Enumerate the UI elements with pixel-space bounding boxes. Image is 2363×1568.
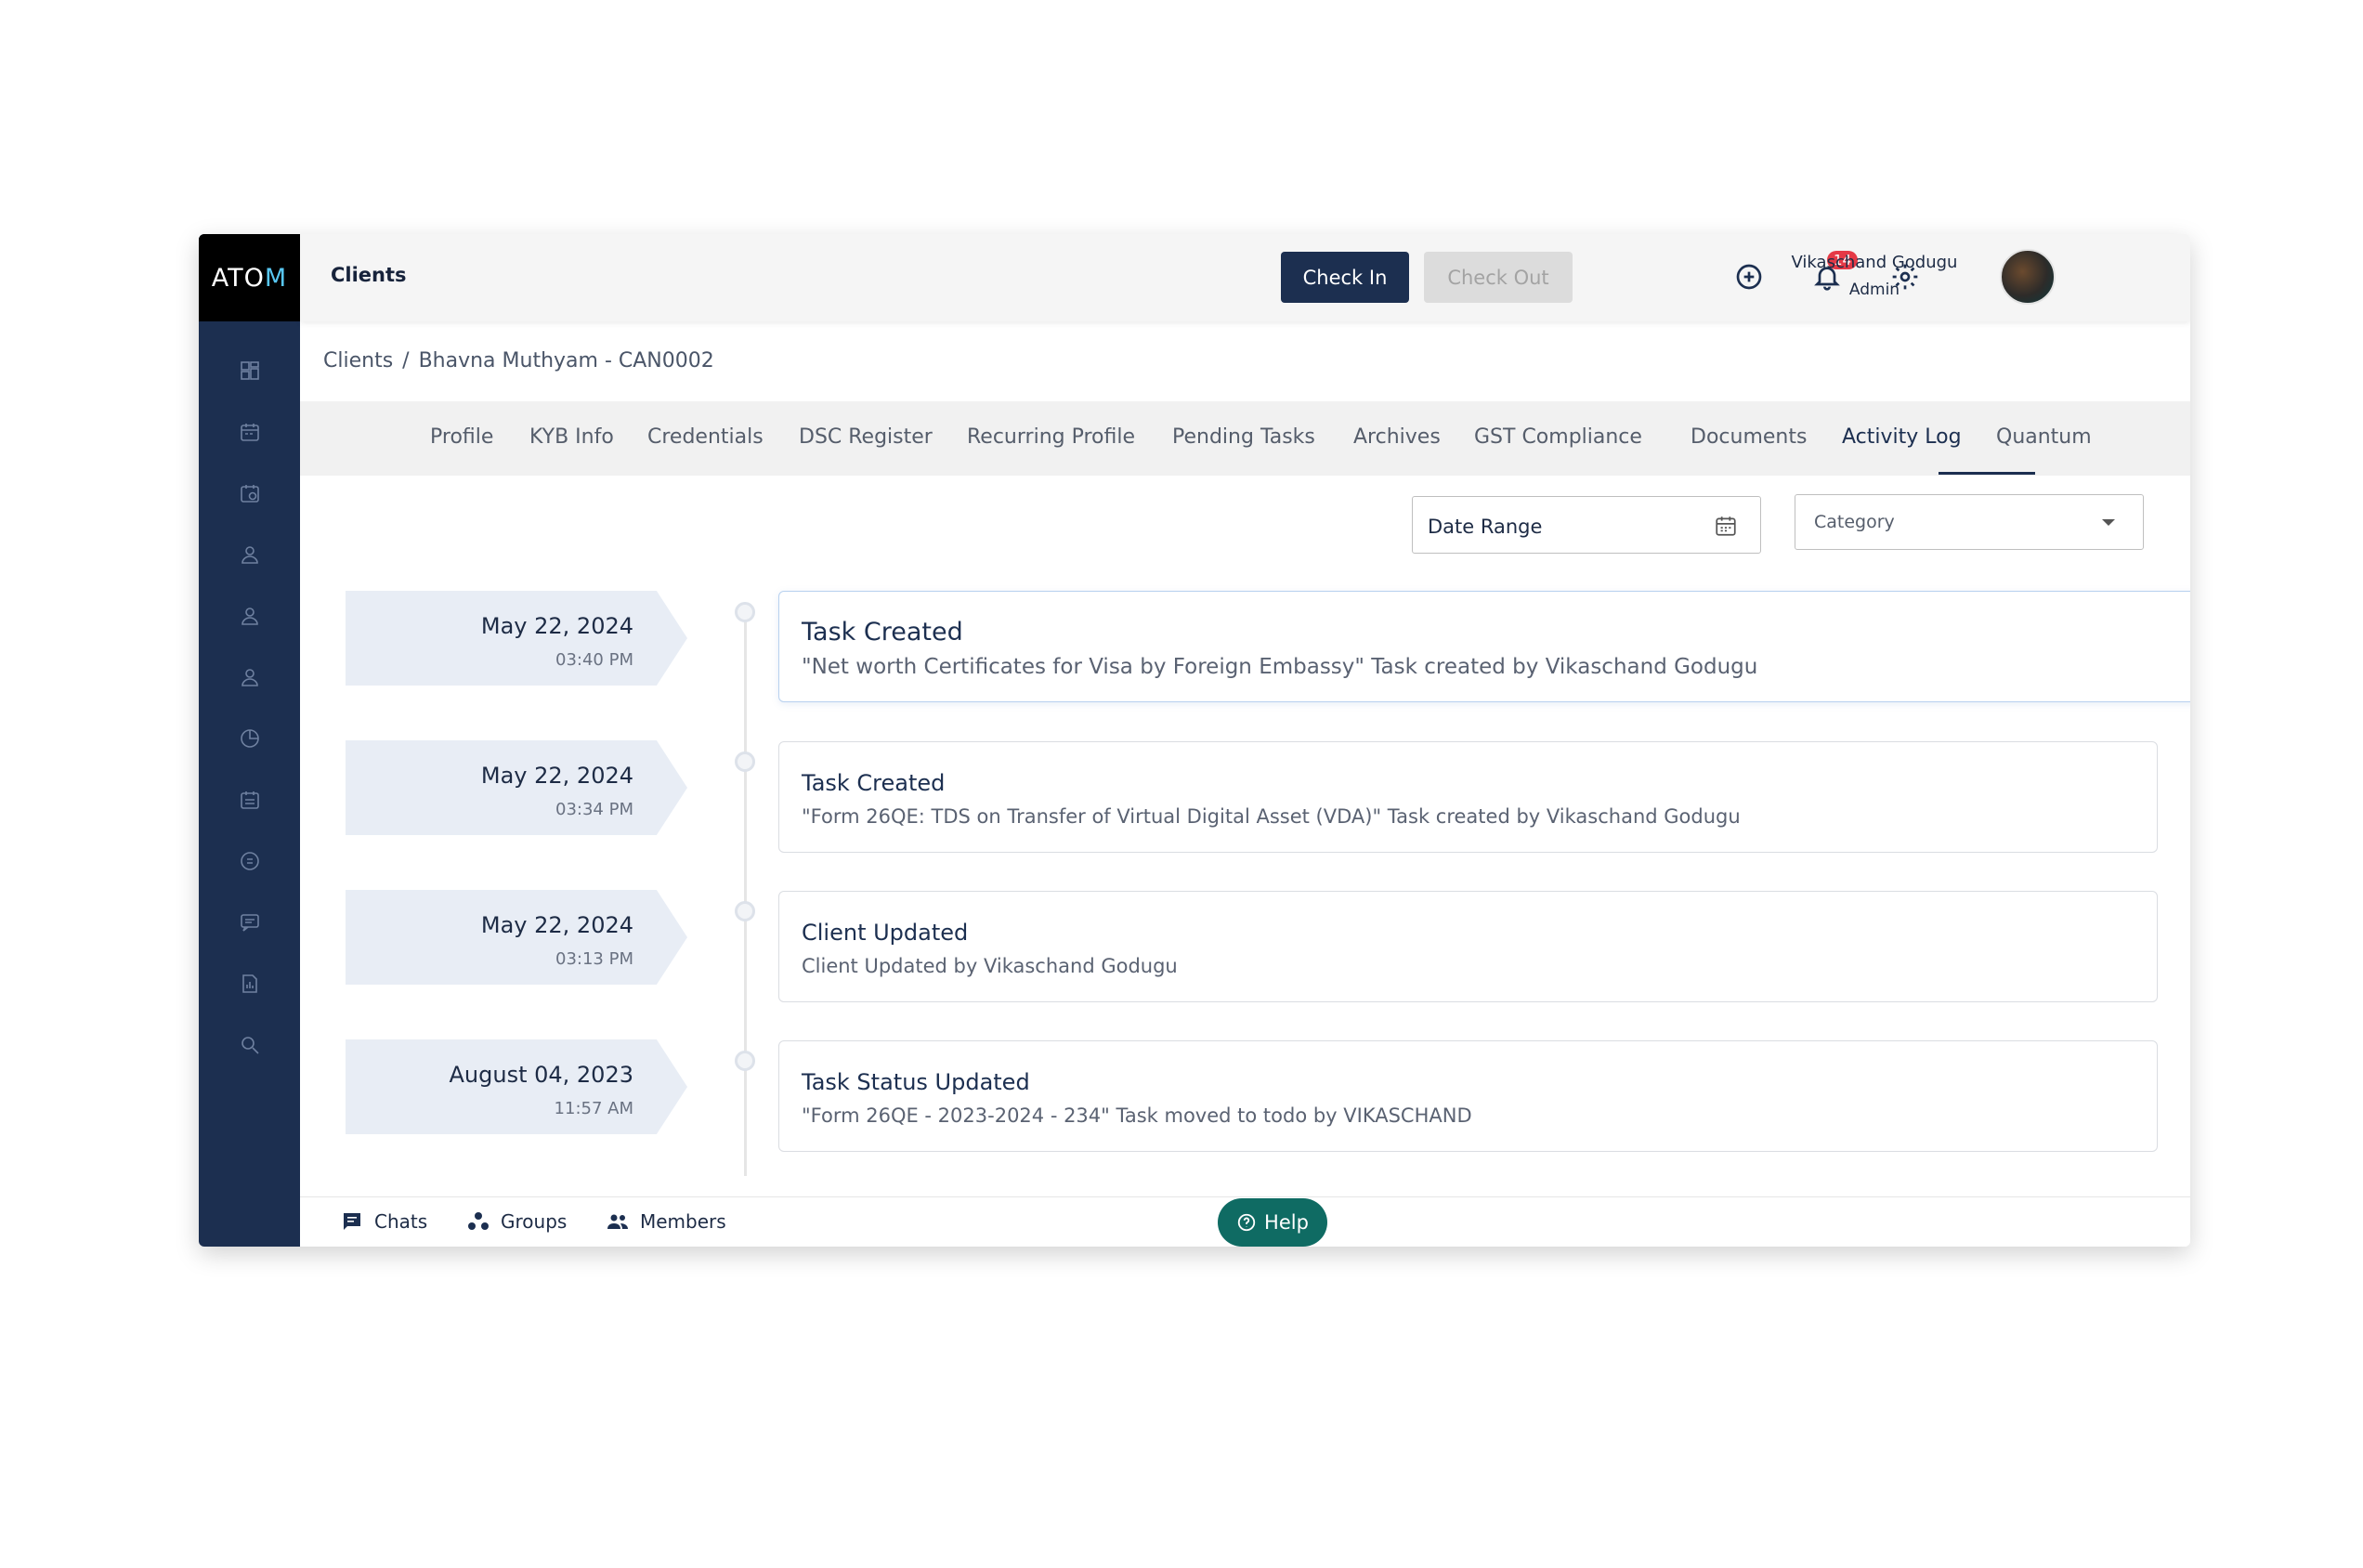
calendar-icon[interactable] [1714, 514, 1738, 538]
check-out-button[interactable]: Check Out [1424, 252, 1573, 303]
tab-bar: Profile KYB Info Credentials DSC Registe… [300, 401, 2190, 476]
timeline-date: May 22, 2024 03:40 PM [346, 591, 687, 686]
activity-card[interactable]: Client Updated Client Updated by Vikasch… [778, 891, 2158, 1002]
category-select[interactable]: Category [1795, 494, 2144, 550]
top-bar: Clients Check In Check Out 14 Vikaschand… [300, 234, 2190, 321]
calendar-clock-icon[interactable] [199, 463, 300, 524]
tab-recurring-profile[interactable]: Recurring Profile [967, 425, 1135, 449]
activity-card[interactable]: Task Status Updated "Form 26QE - 2023-20… [778, 1040, 2158, 1152]
tab-documents[interactable]: Documents [1691, 425, 1807, 449]
user-icon[interactable] [199, 524, 300, 585]
activity-date: August 04, 2023 [449, 1062, 634, 1088]
activity-time: 03:13 PM [555, 949, 633, 969]
activity-title: Client Updated [802, 920, 969, 946]
activity-card[interactable]: Task Created "Net worth Certificates for… [778, 591, 2190, 702]
activity-time: 03:34 PM [555, 800, 633, 819]
sidebar: ATO M [199, 234, 300, 1247]
timeline-date: May 22, 2024 03:13 PM [346, 890, 687, 985]
members-icon [607, 1214, 628, 1229]
activity-description: "Form 26QE - 2023-2024 - 234" Task moved… [802, 1104, 1472, 1127]
activity-title: Task Status Updated [802, 1069, 1030, 1095]
chats-button[interactable]: Chats [341, 1210, 427, 1233]
date-range-input[interactable]: Date Range [1412, 496, 1761, 554]
dashboard-icon[interactable] [199, 340, 300, 401]
groups-label: Groups [501, 1210, 568, 1233]
pie-chart-icon[interactable] [199, 708, 300, 769]
help-button[interactable]: Help [1218, 1198, 1327, 1247]
checklist-calendar-icon[interactable] [199, 769, 300, 830]
timeline-dot [735, 751, 755, 772]
user-icon[interactable] [199, 585, 300, 647]
activity-date: May 22, 2024 [480, 613, 633, 639]
timeline-line [744, 611, 747, 1176]
timeline-date: August 04, 2023 11:57 AM [346, 1039, 687, 1134]
chevron-down-icon [2102, 519, 2115, 526]
tab-pending-tasks[interactable]: Pending Tasks [1172, 425, 1315, 449]
breadcrumb-current: Bhavna Muthyam - CAN0002 [418, 349, 714, 372]
tab-kyb-info[interactable]: KYB Info [529, 425, 614, 449]
chat-icon [344, 1213, 360, 1230]
tab-gst-compliance[interactable]: GST Compliance [1474, 425, 1642, 449]
tab-dsc-register[interactable]: DSC Register [799, 425, 933, 449]
tab-profile[interactable]: Profile [430, 425, 493, 449]
tab-credentials[interactable]: Credentials [647, 425, 764, 449]
members-button[interactable]: Members [607, 1210, 726, 1233]
activity-date: May 22, 2024 [480, 763, 633, 789]
activity-date: May 22, 2024 [480, 912, 633, 938]
timeline-dot [735, 901, 755, 921]
activity-description: "Net worth Certificates for Visa by Fore… [802, 655, 1758, 679]
tab-quantum[interactable]: Quantum [1996, 425, 2092, 449]
timeline-date: May 22, 2024 03:34 PM [346, 740, 687, 835]
calendar-icon[interactable] [199, 401, 300, 463]
groups-button[interactable]: Groups [467, 1210, 567, 1233]
active-tab-indicator [1939, 472, 2035, 475]
timeline-dot [735, 1051, 755, 1071]
page-title: Clients [331, 264, 407, 286]
activity-time: 03:40 PM [555, 650, 633, 670]
report-icon[interactable] [199, 953, 300, 1014]
help-label: Help [1264, 1211, 1309, 1234]
category-label: Category [1814, 512, 1895, 532]
atom-logo[interactable]: ATO M [199, 234, 300, 321]
activity-title: Task Created [802, 618, 963, 647]
chat-icon[interactable] [199, 892, 300, 953]
user-icon[interactable] [199, 647, 300, 708]
chats-label: Chats [374, 1210, 428, 1233]
tab-archives[interactable]: Archives [1353, 425, 1441, 449]
search-icon[interactable] [199, 1014, 300, 1076]
add-circle-icon[interactable] [1732, 260, 1766, 294]
activity-title: Task Created [802, 770, 946, 796]
activity-description: "Form 26QE: TDS on Transfer of Virtual D… [802, 805, 1741, 828]
breadcrumb-clients-link[interactable]: Clients [323, 349, 393, 372]
breadcrumb: Clients / Bhavna Muthyam - CAN0002 [323, 349, 714, 372]
timeline-dot [735, 602, 755, 622]
app-window: ATO M Clients Check In Check Out 14 Vikas… [199, 234, 2190, 1247]
breadcrumb-separator: / [402, 349, 410, 372]
avatar[interactable] [2000, 249, 2056, 305]
date-range-label: Date Range [1428, 516, 1543, 538]
members-label: Members [640, 1210, 726, 1233]
activity-card[interactable]: Task Created "Form 26QE: TDS on Transfer… [778, 741, 2158, 853]
user-role: Admin [1848, 281, 1900, 299]
groups-icon [468, 1212, 489, 1230]
help-icon [1237, 1213, 1256, 1232]
activity-description: Client Updated by Vikaschand Godugu [802, 955, 1178, 977]
check-in-button[interactable]: Check In [1281, 252, 1409, 303]
coin-icon[interactable] [199, 830, 300, 892]
activity-time: 11:57 AM [554, 1099, 633, 1118]
tab-activity-log[interactable]: Activity Log [1842, 425, 1962, 449]
user-name: Vikaschand Godugu [1791, 253, 1958, 272]
